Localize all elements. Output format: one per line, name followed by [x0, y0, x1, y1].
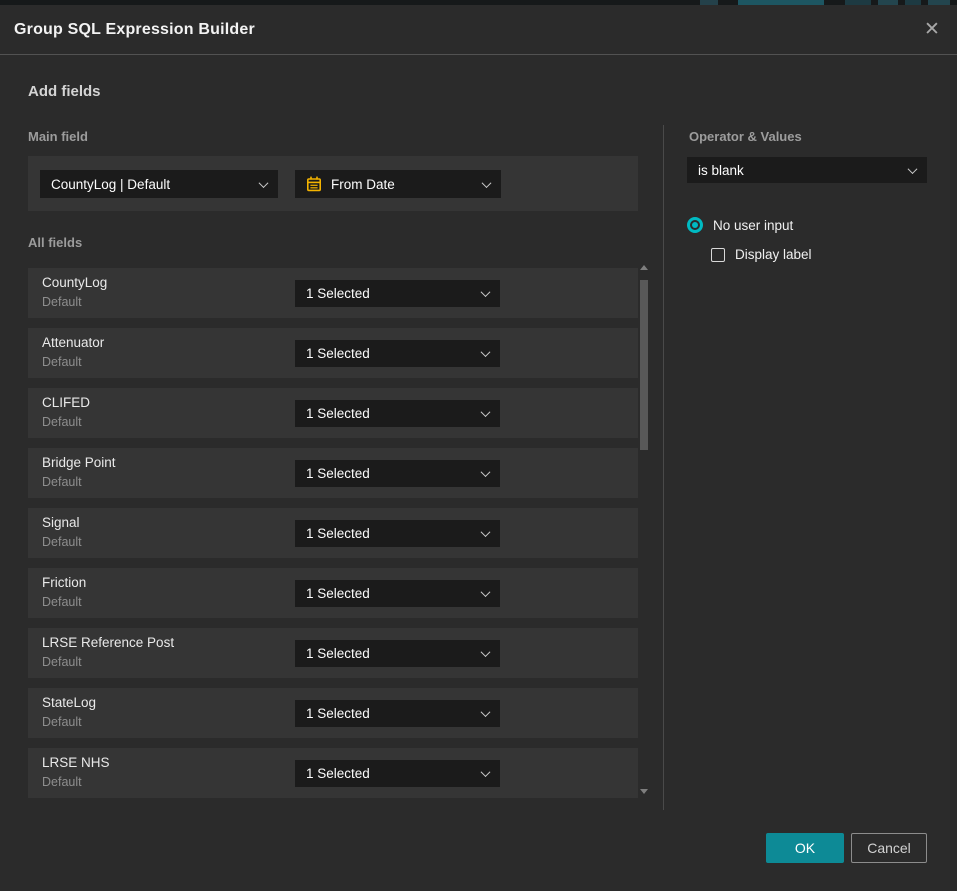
- ok-button[interactable]: OK: [766, 833, 844, 863]
- field-selection-dropdown[interactable]: 1 Selected: [295, 400, 500, 427]
- field-row: StateLog Default 1 Selected: [28, 688, 638, 738]
- all-fields-label: All fields: [28, 235, 82, 250]
- field-selection-value: 1 Selected: [306, 406, 370, 421]
- field-selection-value: 1 Selected: [306, 526, 370, 541]
- cancel-button[interactable]: Cancel: [851, 833, 927, 863]
- main-field-source-dropdown[interactable]: CountyLog | Default: [40, 170, 278, 198]
- main-field-source-value: CountyLog | Default: [51, 177, 170, 192]
- main-field-label: Main field: [28, 129, 88, 144]
- main-field-panel: CountyLog | Default From Date: [28, 156, 638, 211]
- radio-selected-icon[interactable]: [687, 217, 703, 233]
- field-row: CountyLog Default 1 Selected: [28, 268, 638, 318]
- field-row: CLIFED Default 1 Selected: [28, 388, 638, 438]
- chevron-down-icon: [482, 178, 492, 188]
- fields-list-scrollbar[interactable]: [640, 263, 648, 799]
- field-row: Signal Default 1 Selected: [28, 508, 638, 558]
- field-selection-dropdown[interactable]: 1 Selected: [295, 760, 500, 787]
- chevron-down-icon: [259, 178, 269, 188]
- chevron-down-icon: [481, 707, 491, 717]
- chevron-down-icon: [908, 164, 918, 174]
- operator-values-label: Operator & Values: [689, 129, 802, 144]
- field-row: Attenuator Default 1 Selected: [28, 328, 638, 378]
- field-row: Friction Default 1 Selected: [28, 568, 638, 618]
- chevron-down-icon: [481, 287, 491, 297]
- no-user-input-label: No user input: [713, 218, 793, 233]
- operator-value: is blank: [698, 163, 744, 178]
- calendar-icon: [306, 176, 322, 192]
- field-row: LRSE NHS Default 1 Selected: [28, 748, 638, 798]
- field-row: Bridge Point Default 1 Selected: [28, 448, 638, 498]
- chevron-down-icon: [481, 467, 491, 477]
- field-selection-value: 1 Selected: [306, 586, 370, 601]
- field-selection-dropdown[interactable]: 1 Selected: [295, 700, 500, 727]
- group-sql-expression-builder-dialog: Group SQL Expression Builder ✕ Add field…: [0, 5, 957, 891]
- field-selection-dropdown[interactable]: 1 Selected: [295, 280, 500, 307]
- field-selection-dropdown[interactable]: 1 Selected: [295, 520, 500, 547]
- dialog-header: Group SQL Expression Builder ✕: [0, 5, 957, 55]
- field-selection-value: 1 Selected: [306, 766, 370, 781]
- field-selection-dropdown[interactable]: 1 Selected: [295, 460, 500, 487]
- field-row: LRSE Reference Post Default 1 Selected: [28, 628, 638, 678]
- chevron-down-icon: [481, 587, 491, 597]
- no-user-input-radio[interactable]: No user input: [687, 217, 793, 233]
- chevron-down-icon: [481, 527, 491, 537]
- field-selection-dropdown[interactable]: 1 Selected: [295, 340, 500, 367]
- close-icon[interactable]: ✕: [921, 19, 943, 41]
- vertical-divider: [663, 125, 664, 810]
- add-fields-heading: Add fields: [28, 83, 101, 100]
- field-selection-value: 1 Selected: [306, 646, 370, 661]
- chevron-down-icon: [481, 407, 491, 417]
- scrollbar-thumb[interactable]: [640, 280, 648, 450]
- main-field-name-value: From Date: [331, 177, 395, 192]
- field-selection-value: 1 Selected: [306, 346, 370, 361]
- field-selection-value: 1 Selected: [306, 706, 370, 721]
- checkbox-unchecked-icon[interactable]: [711, 248, 725, 262]
- main-field-name-dropdown[interactable]: From Date: [295, 170, 501, 198]
- display-label-checkbox-row[interactable]: Display label: [711, 247, 812, 262]
- field-selection-value: 1 Selected: [306, 286, 370, 301]
- chevron-down-icon: [481, 347, 491, 357]
- chevron-down-icon: [481, 647, 491, 657]
- all-fields-list: CountyLog Default 1 Selected Attenuator …: [28, 268, 638, 808]
- field-selection-dropdown[interactable]: 1 Selected: [295, 580, 500, 607]
- display-label-label: Display label: [735, 247, 812, 262]
- scroll-up-icon[interactable]: [640, 265, 648, 273]
- field-selection-dropdown[interactable]: 1 Selected: [295, 640, 500, 667]
- chevron-down-icon: [481, 767, 491, 777]
- dialog-title: Group SQL Expression Builder: [14, 21, 255, 39]
- scroll-down-icon[interactable]: [640, 789, 648, 797]
- operator-dropdown[interactable]: is blank: [687, 157, 927, 183]
- field-selection-value: 1 Selected: [306, 466, 370, 481]
